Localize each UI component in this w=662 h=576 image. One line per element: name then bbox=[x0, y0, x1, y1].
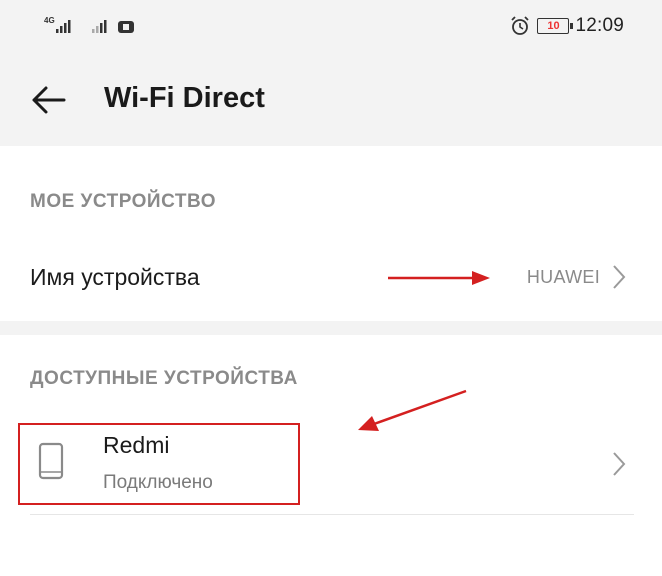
annotation-arrow-right-icon bbox=[388, 271, 490, 285]
status-icons-left: 4G bbox=[44, 14, 144, 38]
section-header-available: ДОСТУПНЫЕ УСТРОЙСТВА bbox=[30, 368, 298, 389]
annotation-arrow-left-icon bbox=[358, 389, 467, 431]
app-bar: Wi-Fi Direct bbox=[0, 54, 662, 146]
back-button[interactable] bbox=[24, 78, 72, 122]
clock: 12:09 bbox=[575, 15, 624, 36]
battery-icon: 10 bbox=[537, 18, 574, 34]
notification-icon bbox=[118, 21, 134, 33]
list-divider bbox=[30, 514, 634, 515]
alarm-icon bbox=[511, 16, 530, 35]
signal-4g-icon: 4G bbox=[44, 16, 71, 33]
page-title: Wi-Fi Direct bbox=[104, 82, 265, 114]
device-name-label: Имя устройства bbox=[30, 264, 200, 290]
section-header-my-device: МОЕ УСТРОЙСТВО bbox=[30, 191, 216, 212]
chevron-right-icon bbox=[613, 452, 626, 476]
arrow-left-icon bbox=[32, 86, 66, 114]
device-name-value: HUAWEI bbox=[526, 267, 600, 287]
section-divider bbox=[0, 321, 662, 335]
annotation-highlight-box bbox=[18, 423, 300, 505]
chevron-right-icon bbox=[613, 265, 626, 289]
svg-text:4G: 4G bbox=[44, 16, 55, 25]
device-name-row[interactable]: Имя устройства HUAWEI bbox=[0, 238, 662, 318]
status-icons-right: 10 12:09 bbox=[509, 14, 624, 38]
battery-level: 10 bbox=[547, 20, 560, 32]
signal-icon bbox=[92, 20, 107, 33]
status-bar: 4G 10 12:09 bbox=[0, 0, 662, 54]
